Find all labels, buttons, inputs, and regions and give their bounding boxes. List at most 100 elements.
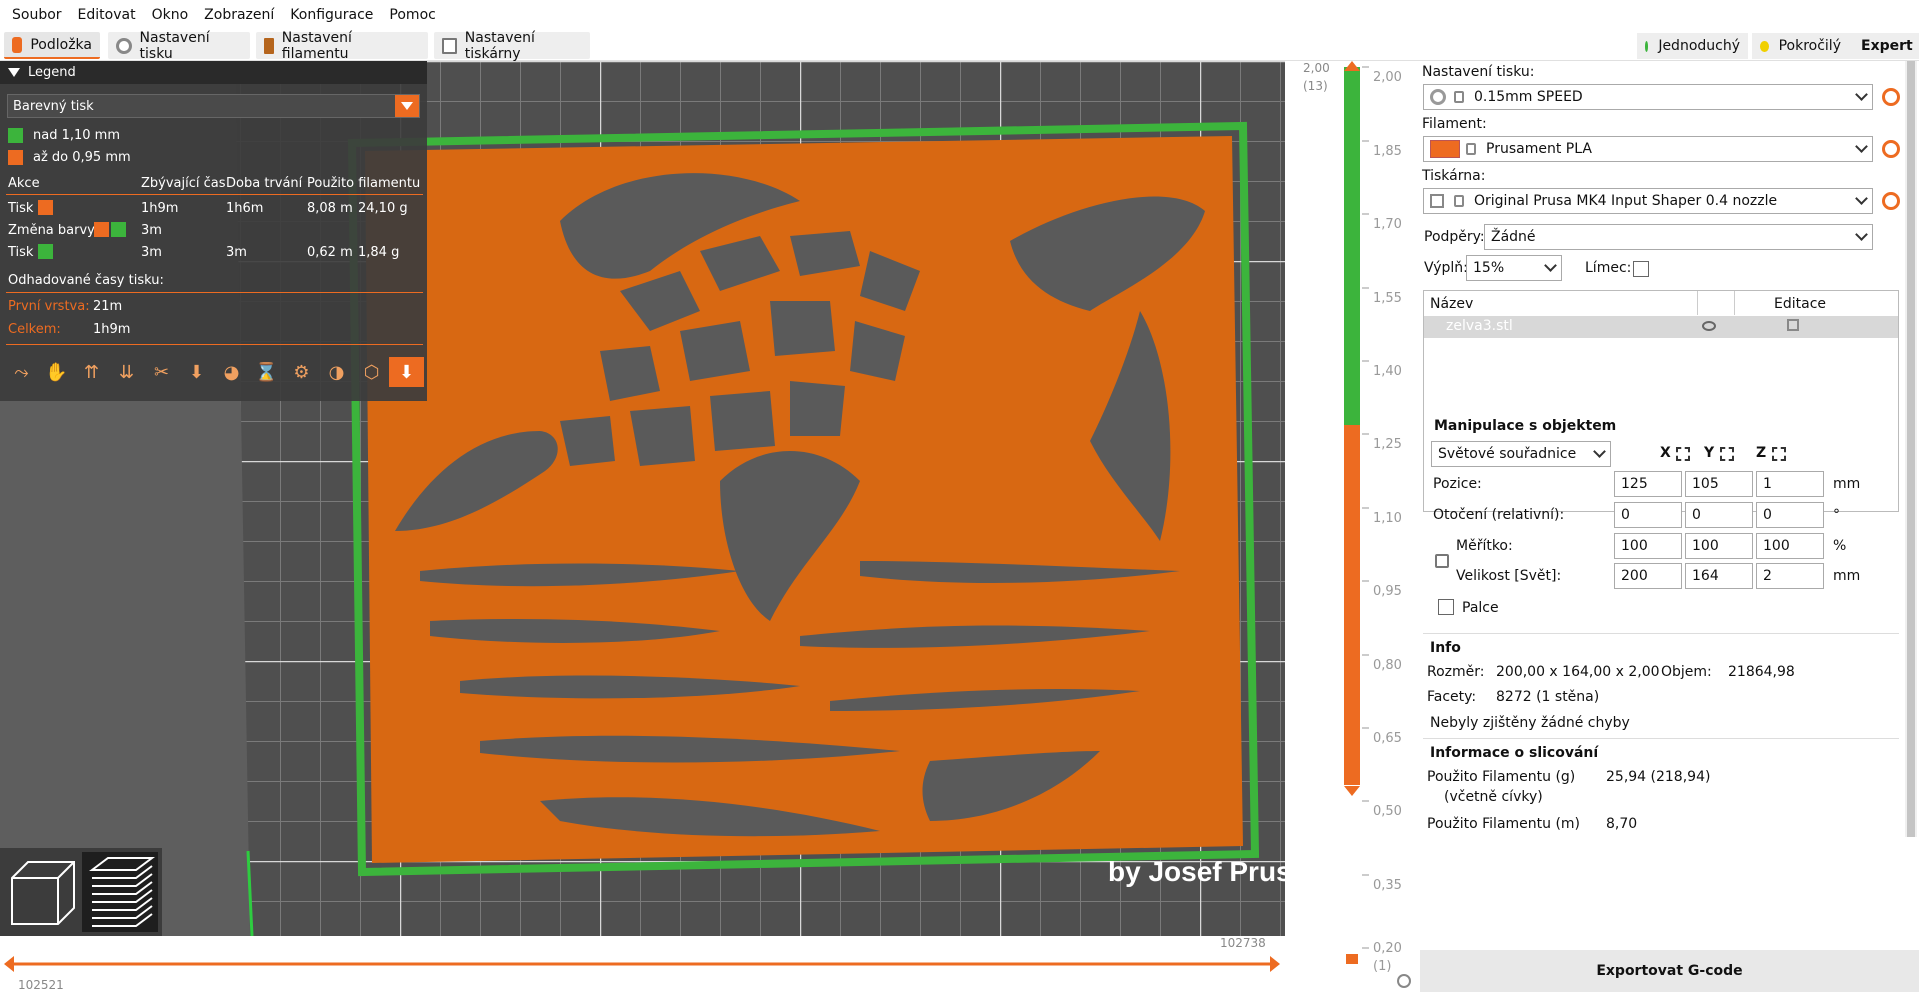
row-action: Tisk <box>8 201 34 216</box>
col-action: Akce <box>8 176 40 191</box>
rotation-y-input[interactable]: 0 <box>1685 502 1753 528</box>
scale-x-value: 100 <box>1621 538 1648 554</box>
layers-view-icon[interactable] <box>82 852 158 932</box>
filament-combo[interactable]: Prusament PLA <box>1423 136 1873 162</box>
shells-icon[interactable]: ⬡ <box>354 357 389 387</box>
position-z-input[interactable]: 1 <box>1756 471 1824 497</box>
edit-object-icon[interactable] <box>1787 319 1799 331</box>
row-remaining: 1h9m <box>141 201 179 216</box>
tab-print-settings[interactable]: Nastavení tisku <box>108 30 250 62</box>
scale-y-input[interactable]: 100 <box>1685 533 1753 559</box>
menu-pomoc[interactable]: Pomoc <box>381 7 443 23</box>
drop-to-bed-x-icon[interactable] <box>1676 447 1690 461</box>
layer-slider[interactable] <box>1285 61 1420 992</box>
eye-icon[interactable] <box>1702 321 1716 331</box>
legend-header[interactable]: Legend <box>0 61 427 84</box>
export-gcode-button[interactable]: Exportovat G-code <box>1420 950 1919 992</box>
menu-okno[interactable]: Okno <box>144 7 197 23</box>
drop-to-bed-z-icon[interactable] <box>1772 447 1786 461</box>
printer-edit-gear-icon[interactable] <box>1882 192 1900 210</box>
print-settings-combo[interactable]: 0.15mm SPEED <box>1423 84 1873 110</box>
move-slider[interactable] <box>0 936 1285 992</box>
row-remaining: 3m <box>141 245 162 260</box>
menu-zobrazeni[interactable]: Zobrazení <box>196 7 282 23</box>
mode-simple-label: Jednoduchý <box>1658 38 1740 54</box>
retractions-icon[interactable]: ⇈ <box>74 357 109 387</box>
move-slider-lower-thumb[interactable] <box>4 956 14 972</box>
coordinates-combo[interactable]: Světové souřadnice <box>1431 441 1611 467</box>
size-x-input[interactable]: 200 <box>1614 563 1682 589</box>
tab-filament-settings[interactable]: Nastavení filamentu <box>256 30 428 62</box>
mode-expert-button[interactable]: Expert <box>1843 33 1919 59</box>
filament-color-swatch[interactable] <box>1430 140 1460 158</box>
custom-gcode-icon[interactable]: ⚙ <box>284 357 319 387</box>
rotation-x-input[interactable]: 0 <box>1614 502 1682 528</box>
travel-icon[interactable]: ⤳ <box>4 357 39 387</box>
position-x-input[interactable]: 125 <box>1614 471 1682 497</box>
printer-combo[interactable]: Original Prusa MK4 Input Shaper 0.4 nozz… <box>1423 188 1873 214</box>
gear-icon <box>1430 89 1446 105</box>
pause-icon[interactable]: ⌛ <box>249 357 284 387</box>
unlock-icon[interactable] <box>1346 954 1358 964</box>
drop-to-bed-y-icon[interactable] <box>1720 447 1734 461</box>
filament-edit-gear-icon[interactable] <box>1882 140 1900 158</box>
row-duration: 3m <box>226 245 247 260</box>
wipe-icon[interactable]: ✋ <box>39 357 74 387</box>
print-settings-edit-gear-icon[interactable] <box>1882 88 1900 106</box>
layer-lower-thumb[interactable] <box>1344 786 1360 796</box>
layer-lower-number: (1) <box>1373 959 1392 974</box>
row-duration: 1h6m <box>226 201 264 216</box>
move-slider-upper-thumb[interactable] <box>1270 956 1280 972</box>
rotation-z-input[interactable]: 0 <box>1756 502 1824 528</box>
supports-value: Žádné <box>1491 229 1536 245</box>
scale-label: Měřítko: <box>1456 538 1513 554</box>
scale-x-input[interactable]: 100 <box>1614 533 1682 559</box>
mode-simple-button[interactable]: Jednoduchý <box>1637 33 1748 59</box>
tab-printer-settings[interactable]: Nastavení tiskárny <box>434 30 590 62</box>
brim-checkbox[interactable] <box>1633 261 1649 277</box>
object-row[interactable]: zelva3.stl <box>1424 316 1898 338</box>
inches-label: Palce <box>1462 600 1499 616</box>
menu-editovat[interactable]: Editovat <box>70 7 144 23</box>
chevron-down-icon <box>1855 140 1868 153</box>
tool-marker-icon[interactable]: ⬇ <box>389 357 424 387</box>
scrollbar-thumb[interactable] <box>1907 61 1915 837</box>
menu-konfigurace[interactable]: Konfigurace <box>282 7 381 23</box>
deretractions-icon[interactable]: ⇊ <box>109 357 144 387</box>
total-value: 1h9m <box>93 322 131 337</box>
move-slider-area: 102738 102521 <box>0 936 1285 992</box>
menu-soubor[interactable]: Soubor <box>4 7 70 23</box>
position-y-input[interactable]: 105 <box>1685 471 1753 497</box>
3d-view-icon[interactable] <box>4 852 80 932</box>
visibility-toolbar: ⤳ ✋ ⇈ ⇊ ✂ ⬇ ◕ ⌛ ⚙ ◑ ⬡ ⬇ <box>4 357 424 387</box>
center-of-gravity-icon[interactable]: ◑ <box>319 357 354 387</box>
total-label: Celkem: <box>8 322 61 337</box>
layer-upper-thumb[interactable] <box>1344 61 1360 71</box>
infill-combo[interactable]: 15% <box>1466 255 1562 281</box>
col-filament: Použito filamentu <box>307 176 421 191</box>
mode-advanced-button[interactable]: Pokročilý <box>1752 33 1849 59</box>
layer-tick-label: 0,35 <box>1373 878 1402 893</box>
scale-z-value: 100 <box>1763 538 1790 554</box>
size-y-input[interactable]: 164 <box>1685 563 1753 589</box>
layer-tick-label: 1,85 <box>1373 144 1402 159</box>
size-info-value: 200,00 x 164,00 x 2,00 <box>1496 664 1660 680</box>
color-changes-icon[interactable]: ◕ <box>214 357 249 387</box>
position-label: Pozice: <box>1433 476 1482 492</box>
scale-unit: % <box>1833 538 1847 554</box>
tool-changes-icon[interactable]: ⬇ <box>179 357 214 387</box>
seams-icon[interactable]: ✂ <box>144 357 179 387</box>
size-z-input[interactable]: 2 <box>1756 563 1824 589</box>
axis-x-label: X <box>1660 445 1671 461</box>
col-duration: Doba trvání <box>226 176 303 191</box>
tab-plater[interactable]: Podložka <box>4 32 100 59</box>
range-label: nad 1,10 mm <box>33 127 120 143</box>
inches-checkbox[interactable] <box>1438 599 1454 615</box>
uniform-scale-lock-icon[interactable] <box>1435 554 1449 568</box>
view-type-combo[interactable]: Barevný tisk <box>7 94 420 118</box>
scale-z-input[interactable]: 100 <box>1756 533 1824 559</box>
supports-combo[interactable]: Žádné <box>1484 224 1873 250</box>
position-y-value: 105 <box>1692 476 1719 492</box>
lock-icon <box>1454 195 1464 207</box>
settings-gear-icon[interactable] <box>1397 974 1411 988</box>
